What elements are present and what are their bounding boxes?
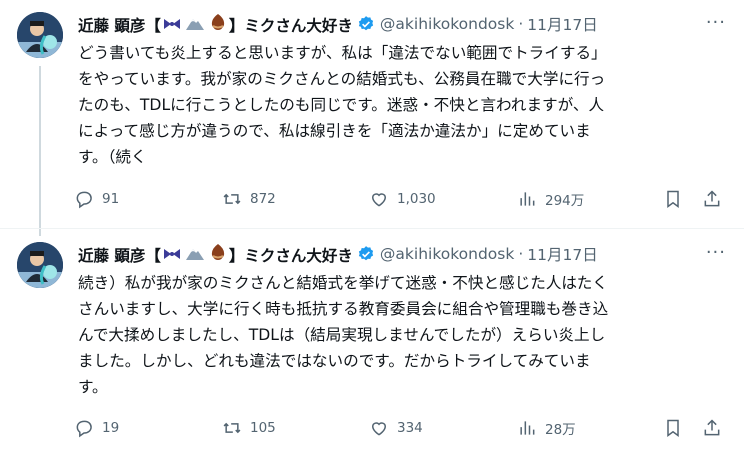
views-button[interactable]: 28万 (517, 417, 576, 439)
view-count: 28万 (545, 422, 576, 438)
views-icon (517, 189, 537, 209)
reply-icon (74, 189, 94, 209)
share-button[interactable] (702, 188, 722, 210)
author-name-suffix: 】ミクさん大好き (228, 16, 353, 35)
retweet-icon (222, 189, 242, 209)
tweet-1[interactable]: 近藤 顕彦【 】ミクさん大好き @akihikokondosk · 11月17日 … (0, 0, 744, 228)
view-count: 294万 (545, 193, 585, 209)
bookmark-icon (663, 189, 683, 209)
retweet-count: 105 (250, 420, 276, 436)
separator-dot: · (518, 15, 524, 33)
retweet-icon (222, 418, 242, 438)
retweet-count: 872 (250, 191, 276, 207)
like-count: 334 (397, 420, 423, 436)
retweet-button[interactable]: 105 (222, 417, 276, 439)
tweet-timestamp[interactable]: 11月17日 (527, 13, 597, 35)
verified-badge-icon (357, 245, 375, 263)
avatar[interactable] (17, 242, 63, 288)
views-icon (517, 418, 537, 438)
avatar[interactable] (17, 12, 63, 58)
bookmark-button[interactable] (663, 188, 683, 210)
chestnut-emoji (209, 13, 227, 31)
more-options-button[interactable]: ··· (706, 12, 726, 33)
author-name[interactable]: 近藤 顕彦【 】ミクさん大好き (78, 13, 353, 36)
author-handle[interactable]: @akihikokondosk (380, 245, 514, 263)
tweet-actions: 91 872 1,030 294万 (74, 188, 730, 210)
author-name-prefix: 近藤 顕彦【 (78, 246, 161, 265)
reply-button[interactable]: 19 (74, 417, 119, 439)
tweet-header: 近藤 顕彦【 】ミクさん大好き @akihikokondosk · 11月17日 (78, 12, 598, 36)
bowtie-emoji (163, 17, 181, 31)
chestnut-emoji (209, 243, 227, 261)
like-button[interactable]: 334 (369, 417, 423, 439)
reply-icon (74, 418, 94, 438)
author-name-prefix: 近藤 顕彦【 (78, 16, 161, 35)
share-button[interactable] (702, 417, 722, 439)
reply-count: 19 (102, 420, 120, 436)
reply-count: 91 (102, 191, 120, 207)
verified-badge-icon (357, 15, 375, 33)
more-options-button[interactable]: ··· (706, 242, 726, 263)
share-icon (702, 418, 722, 438)
author-name[interactable]: 近藤 顕彦【 】ミクさん大好き (78, 243, 353, 266)
views-button[interactable]: 294万 (517, 188, 584, 210)
like-icon (369, 189, 389, 209)
mountain-emoji (185, 15, 205, 31)
share-icon (702, 189, 722, 209)
bookmark-icon (663, 418, 683, 438)
like-count: 1,030 (397, 191, 436, 207)
tweet-actions: 19 105 334 28万 (74, 417, 730, 439)
author-handle[interactable]: @akihikokondosk (380, 15, 514, 33)
mountain-emoji (185, 245, 205, 261)
separator-dot: · (518, 245, 524, 263)
tweet-timestamp[interactable]: 11月17日 (527, 243, 597, 265)
bookmark-button[interactable] (663, 417, 683, 439)
tweet-text: 続き）私が我が家のミクさんと結婚式を挙げて迷惑・不快と感じた人はたく さんいます… (78, 274, 609, 396)
tweet-header: 近藤 顕彦【 】ミクさん大好き @akihikokondosk · 11月17日 (78, 242, 598, 266)
author-name-suffix: 】ミクさん大好き (228, 246, 353, 265)
tweet-text: どう書いても炎上すると思いますが、私は「違法でない範囲でトライする」 をやってい… (78, 44, 607, 166)
tweet-2[interactable]: 近藤 顕彦【 】ミクさん大好き @akihikokondosk · 11月17日 … (0, 228, 744, 464)
reply-button[interactable]: 91 (74, 188, 119, 210)
like-button[interactable]: 1,030 (369, 188, 436, 210)
like-icon (369, 418, 389, 438)
bowtie-emoji (163, 247, 181, 261)
retweet-button[interactable]: 872 (222, 188, 276, 210)
